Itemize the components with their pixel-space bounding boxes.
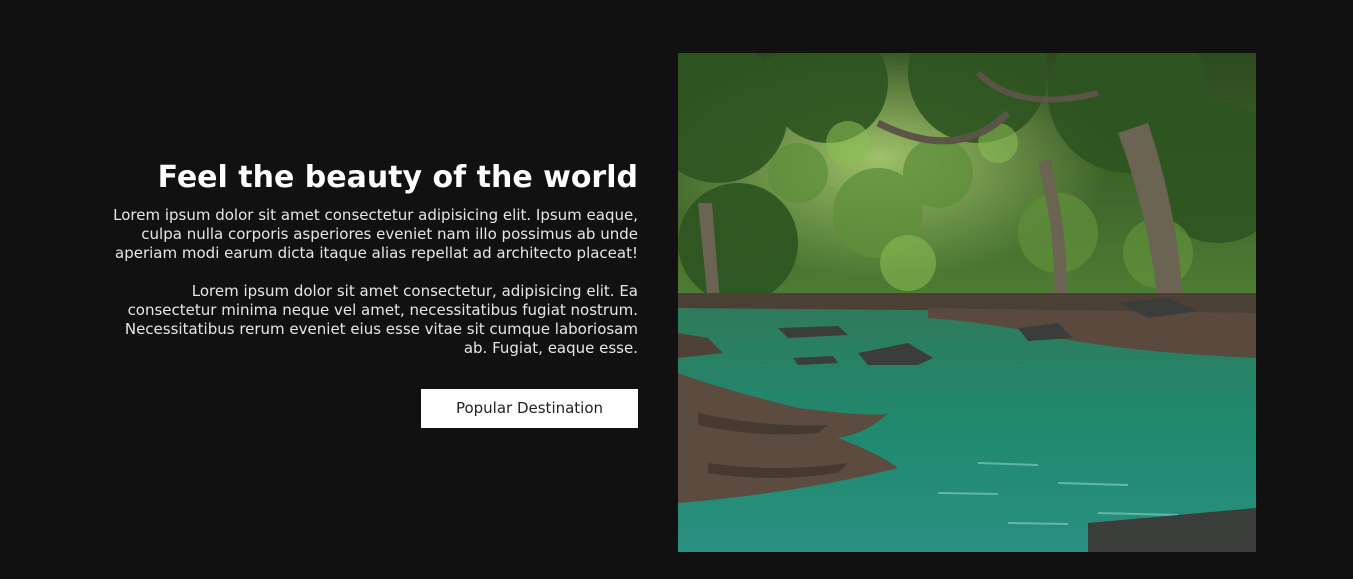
- popular-destination-button[interactable]: Popular Destination: [421, 389, 638, 428]
- hero-paragraph-2: Lorem ipsum dolor sit amet consectetur, …: [124, 282, 638, 357]
- river-forest-image: [678, 53, 1256, 552]
- hero-title: Feel the beauty of the world: [157, 160, 638, 195]
- hero-section: Feel the beauty of the world Lorem ipsum…: [0, 0, 1353, 579]
- river-forest-illustration: [678, 53, 1256, 552]
- hero-text-column: Feel the beauty of the world Lorem ipsum…: [100, 158, 638, 428]
- hero-paragraph-1: Lorem ipsum dolor sit amet consectetur a…: [113, 206, 638, 262]
